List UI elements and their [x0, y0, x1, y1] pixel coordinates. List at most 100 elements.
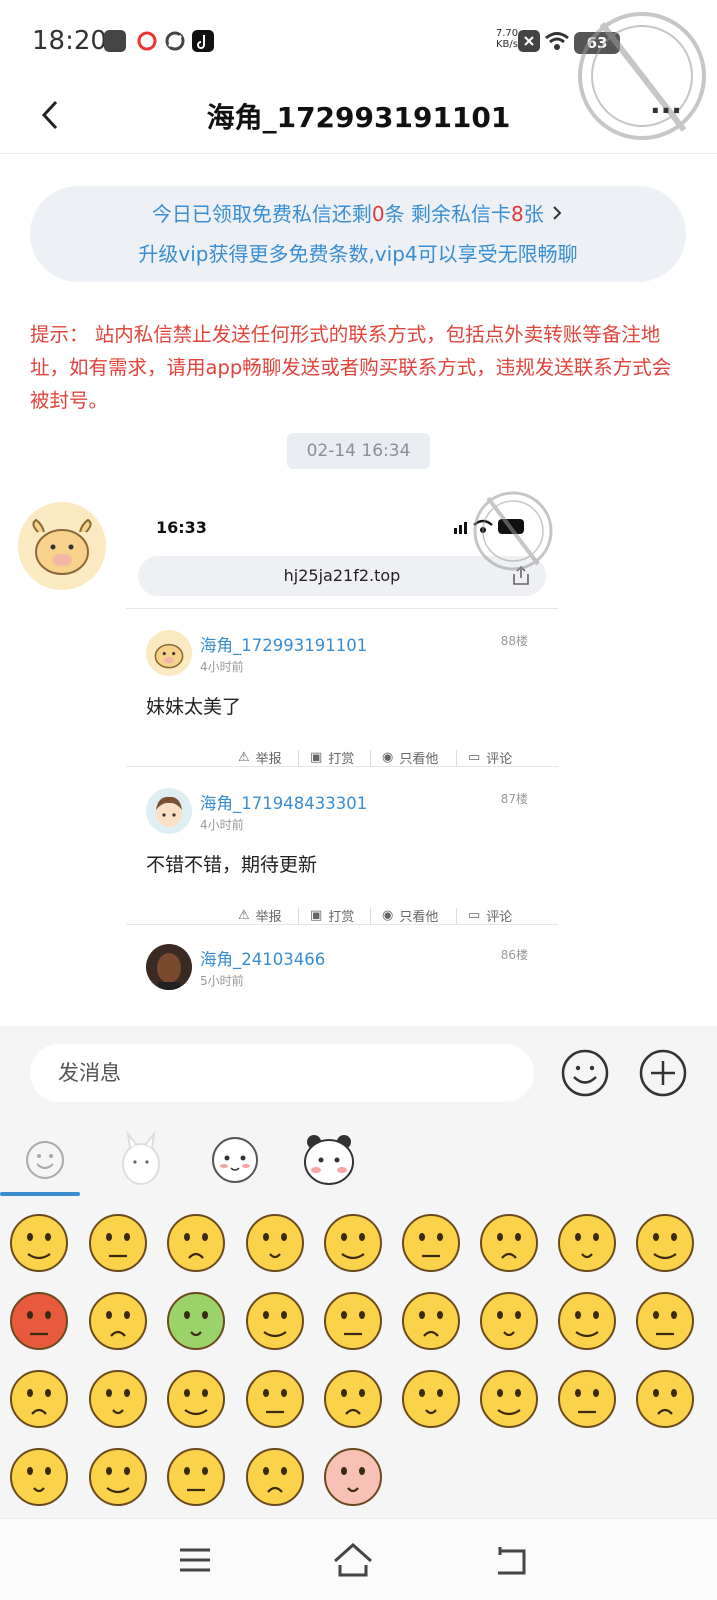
only-view-label: 只看他: [399, 910, 439, 925]
smiley-outline-icon: [26, 1141, 64, 1179]
emoji-item[interactable]: [556, 1212, 618, 1274]
emoji-face-icon: [558, 1370, 616, 1428]
post-time: 4小时前: [200, 660, 244, 674]
emoji-face-icon: [402, 1214, 460, 1272]
emoji-item[interactable]: [400, 1368, 462, 1430]
emoji-face-icon: [324, 1448, 382, 1506]
tab-face-stickers[interactable]: [202, 1128, 268, 1188]
tab-bear-stickers[interactable]: [296, 1128, 362, 1188]
message-input[interactable]: [30, 1044, 534, 1102]
emoji-item[interactable]: [87, 1368, 149, 1430]
emoji-item[interactable]: [165, 1212, 227, 1274]
status-time: 18:20: [32, 26, 107, 56]
post-username: 海角_172993191101: [200, 636, 368, 655]
post-actions: ⚠ 举报 ▣ 打赏 ◉ 只看他 ▭ 评论: [238, 748, 538, 768]
emoji-item[interactable]: [322, 1212, 384, 1274]
quota-banner[interactable]: 今日已领取免费私信还剩0条 剩余私信卡8张 升级vip获得更多免费条数,vip4…: [30, 186, 686, 282]
emoji-item[interactable]: [322, 1446, 384, 1508]
warning-notice: 提示： 站内私信禁止发送任何形式的联系方式，包括点外卖转账等备注地址，如有需求，…: [30, 323, 672, 412]
post-time: 5小时前: [200, 974, 244, 988]
sender-avatar[interactable]: [18, 502, 106, 590]
emoji-item[interactable]: [244, 1446, 306, 1508]
back-nav-button[interactable]: [488, 1537, 534, 1583]
emoji-face-icon: [558, 1292, 616, 1350]
post-text: 妹妹太美了: [146, 696, 242, 718]
emoji-face-icon: [10, 1214, 68, 1272]
emoji-item[interactable]: [87, 1212, 149, 1274]
cow-icon: [154, 643, 184, 669]
emoji-face-icon: [167, 1370, 225, 1428]
tab-indicator: [0, 1192, 80, 1196]
cow-icon: [32, 518, 92, 575]
gift-icon: ▣: [310, 908, 323, 923]
emoji-item[interactable]: [8, 1368, 70, 1430]
quota-suffix: 张: [523, 202, 544, 226]
plus-button[interactable]: [638, 1048, 688, 1098]
tab-bunny-stickers[interactable]: [108, 1128, 174, 1188]
emoji-button[interactable]: [560, 1048, 610, 1098]
card-count: 8: [511, 202, 524, 226]
sync-icon: [164, 30, 186, 52]
emoji-item[interactable]: [634, 1368, 696, 1430]
emoji-face-icon: [402, 1292, 460, 1350]
emoji-item[interactable]: [87, 1290, 149, 1352]
emoji-item[interactable]: [478, 1212, 540, 1274]
emoji-face-icon: [89, 1214, 147, 1272]
emoji-item[interactable]: [556, 1368, 618, 1430]
post-avatar: [146, 788, 192, 834]
emoji-grid: [0, 1202, 717, 1518]
emoji-item[interactable]: [165, 1446, 227, 1508]
image-message[interactable]: 16:33 hj25ja21f2.top 海角_172993191101 4小时…: [126, 498, 558, 1028]
emoji-item[interactable]: [322, 1290, 384, 1352]
emoji-item[interactable]: [87, 1446, 149, 1508]
post-floor: 87楼: [500, 792, 528, 806]
emoji-item[interactable]: [244, 1368, 306, 1430]
emoji-item[interactable]: [400, 1290, 462, 1352]
report-label: 举报: [255, 752, 282, 767]
emoji-face-icon: [480, 1370, 538, 1428]
reward-label: 打赏: [328, 910, 355, 925]
report-action: ⚠ 举报: [238, 906, 282, 925]
emoji-item[interactable]: [244, 1212, 306, 1274]
emoji-face-icon: [636, 1292, 694, 1350]
emoji-item[interactable]: [634, 1212, 696, 1274]
emoji-item[interactable]: [8, 1212, 70, 1274]
emoji-item[interactable]: [556, 1290, 618, 1352]
emoji-face-icon: [324, 1292, 382, 1350]
emoji-item[interactable]: [165, 1368, 227, 1430]
emoji-item[interactable]: [8, 1446, 70, 1508]
emoji-face-icon: [402, 1370, 460, 1428]
emoji-face-icon: [324, 1370, 382, 1428]
emoji-face-icon: [480, 1214, 538, 1272]
emoji-item[interactable]: [165, 1290, 227, 1352]
post-actions: ⚠ 举报 ▣ 打赏 ◉ 只看他 ▭ 评论: [238, 906, 538, 926]
emoji-item[interactable]: [244, 1290, 306, 1352]
menu-button[interactable]: [172, 1537, 218, 1583]
emoji-face-icon: [89, 1292, 147, 1350]
emoji-item[interactable]: [400, 1212, 462, 1274]
emoji-face-icon: [10, 1370, 68, 1428]
divider: [126, 766, 558, 767]
emoji-item[interactable]: [478, 1290, 540, 1352]
separator: [370, 908, 371, 924]
divider: [126, 608, 558, 609]
chevron-right-icon: [553, 206, 562, 220]
emoji-item[interactable]: [634, 1290, 696, 1352]
more-button[interactable]: ···: [650, 94, 700, 134]
eye-icon: ◉: [382, 750, 394, 765]
inner-watermark-logo: [473, 491, 553, 571]
emoji-item[interactable]: [478, 1368, 540, 1430]
only-view-label: 只看他: [399, 752, 439, 767]
emoji-face-icon: [167, 1448, 225, 1506]
comment-label: 评论: [486, 752, 513, 767]
post-avatar: [146, 944, 192, 990]
emoji-face-icon: [167, 1292, 225, 1350]
post-username: 海角_171948433301: [200, 794, 368, 813]
home-button[interactable]: [330, 1537, 376, 1583]
emoji-item[interactable]: [8, 1290, 70, 1352]
tab-default-emoji[interactable]: [12, 1128, 78, 1188]
quota-line-2: 升级vip获得更多免费条数,vip4可以享受无限畅聊: [138, 242, 578, 266]
emoji-item[interactable]: [322, 1368, 384, 1430]
separator: [370, 750, 371, 766]
only-view-action: ◉ 只看他: [382, 906, 438, 925]
